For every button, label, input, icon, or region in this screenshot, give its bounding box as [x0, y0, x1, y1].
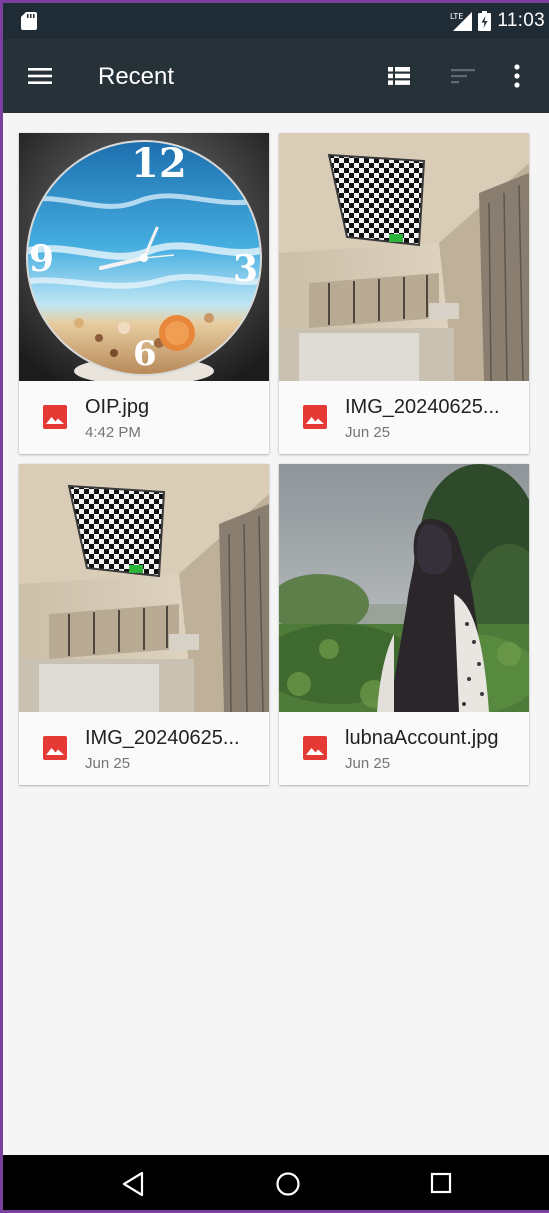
hamburger-menu-icon[interactable] — [27, 64, 53, 88]
file-name: OIP.jpg — [85, 396, 150, 418]
svg-text:12: 12 — [131, 140, 187, 187]
more-vert-icon[interactable] — [513, 63, 521, 89]
file-date: 4:42 PM — [85, 424, 141, 441]
image-file-icon — [43, 736, 67, 760]
list-view-icon[interactable] — [387, 65, 411, 87]
file-card-oip[interactable]: 12 9 3 6 OIP.jpg 4:42 PM — [19, 133, 269, 454]
svg-text:9: 9 — [29, 238, 54, 280]
file-card-img-1[interactable]: IMG_20240625... Jun 25 — [279, 133, 529, 454]
network-type-label: LTE — [450, 12, 463, 21]
app-bar: Recent — [3, 39, 549, 113]
image-file-icon — [303, 405, 327, 429]
svg-text:3: 3 — [233, 248, 258, 290]
file-name: IMG_20240625... — [345, 396, 500, 418]
sd-card-icon — [21, 12, 37, 30]
status-indicators: LTE 11:03 — [450, 10, 545, 32]
file-card-lubna-account[interactable]: lubnaAccount.jpg Jun 25 — [279, 464, 529, 785]
recents-square-icon[interactable] — [430, 1172, 452, 1194]
file-card-img-2[interactable]: IMG_20240625... Jun 25 — [19, 464, 269, 785]
back-triangle-icon[interactable] — [121, 1171, 145, 1197]
svg-text:6: 6 — [133, 334, 157, 374]
file-date: Jun 25 — [85, 755, 131, 772]
file-info: lubnaAccount.jpg Jun 25 — [279, 712, 529, 785]
sort-icon[interactable] — [450, 65, 476, 87]
image-file-icon — [303, 736, 327, 760]
system-navigation-bar — [3, 1155, 549, 1210]
file-name: IMG_20240625... — [85, 727, 240, 749]
recent-files-grid: 12 9 3 6 OIP.jpg 4:42 PM IMG_20240625...… — [3, 113, 549, 785]
lte-signal-icon: LTE — [450, 11, 473, 31]
clock-time: 11:03 — [497, 10, 545, 31]
file-thumbnail — [19, 464, 269, 712]
device-screen: LTE 11:03 Recent 12 9 3 6 OIP.jpg 4:42 P… — [0, 0, 549, 1213]
file-date: Jun 25 — [345, 424, 391, 441]
file-thumbnail: 12 9 3 6 — [19, 133, 269, 381]
file-thumbnail — [279, 133, 529, 381]
file-date: Jun 25 — [345, 755, 391, 772]
file-info: IMG_20240625... Jun 25 — [279, 381, 529, 454]
page-title: Recent — [98, 63, 175, 90]
file-name: lubnaAccount.jpg — [345, 727, 499, 749]
home-circle-icon[interactable] — [275, 1171, 301, 1197]
file-info: OIP.jpg 4:42 PM — [19, 381, 269, 454]
status-bar: LTE 11:03 — [3, 3, 549, 39]
file-info: IMG_20240625... Jun 25 — [19, 712, 269, 785]
battery-charging-icon — [478, 11, 492, 31]
image-file-icon — [43, 405, 67, 429]
file-thumbnail — [279, 464, 529, 712]
